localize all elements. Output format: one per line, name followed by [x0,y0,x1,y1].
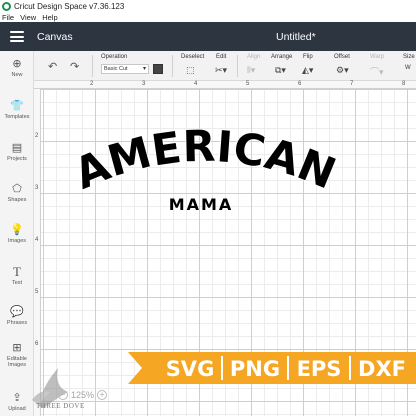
sidebar-item-templates[interactable]: 👕 Templates [0,95,34,131]
document-title[interactable]: Untitled* [276,31,316,43]
warp-label: Warp [370,54,385,60]
arrange-group: Arrange [271,54,292,60]
format-png: PNG [230,357,280,381]
ruler-label: 3 [35,185,39,191]
size-width-label: W [405,65,411,71]
warp-icon[interactable]: ⌒▾ [370,65,384,78]
size-label: Size [403,54,415,60]
operation-select[interactable]: Basic Cut [101,64,149,74]
redo-icon[interactable]: ↷ [70,60,79,73]
zoom-out-icon[interactable]: − [58,390,68,400]
window-title-bar: Cricut Design Space v7.36.123 [0,0,416,12]
menu-view[interactable]: View [20,13,36,22]
design-line-american-text: AMERICAN [70,121,340,201]
sidebar-item-label: Phrases [6,320,28,326]
flip-label: Flip [303,54,313,60]
plus-circle-icon: ⊕ [12,58,22,70]
sidebar-item-label: Projects [7,156,27,162]
ruler-label: 4 [35,237,39,243]
align-label: Align [247,54,261,60]
align-icon[interactable]: ⫴▾ [247,65,255,76]
cricut-logo-icon [2,1,11,11]
toolbar-divider [237,55,238,77]
size-group: Size [403,54,415,60]
ruler-label: 6 [298,81,302,87]
ruler-top: 2 3 4 5 6 7 8 [34,81,416,89]
projects-icon: ▤ [11,142,23,154]
ruler-label: 8 [402,81,406,87]
speech-bubble-icon: 💬 [10,306,24,318]
sidebar-item-phrases[interactable]: 💬 Phrases [0,301,34,337]
sidebar-item-label: New [11,72,23,78]
app-header: Canvas Untitled* [0,22,416,51]
lightbulb-icon: 💡 [10,224,24,236]
design-text-group[interactable]: AMERICAN MAMA [70,120,340,220]
watermark-text: THREE DOVE [36,402,85,410]
sidebar-item-text[interactable]: T Text [0,261,34,297]
offset-group: Offset [334,54,350,60]
deselect-icon[interactable]: ⬚ [186,65,195,76]
canvas-label: Canvas [37,30,73,43]
edit-label: Edit [216,54,227,60]
offset-icon[interactable]: ⚙▾ [336,65,349,76]
deselect-group: Deselect [181,54,204,60]
menu-help[interactable]: Help [42,13,57,22]
flip-group: Flip [303,54,313,60]
menu-file[interactable]: File [2,13,14,22]
editable-image-icon: ⊞ [12,342,22,354]
operation-label: Operation [101,54,128,60]
shirt-icon: 👕 [10,100,24,112]
format-svg: SVG [166,357,215,381]
app-window: Cricut Design Space v7.36.123 File View … [0,0,416,416]
operation-group: Operation [101,54,127,60]
text-icon: T [13,264,21,279]
operation-color-swatch[interactable] [153,64,163,74]
sidebar-item-label: Text [11,280,23,286]
shapes-icon: ⬠ [12,183,22,195]
sidebar-item-projects[interactable]: ▤ Projects [0,137,34,173]
window-title: Cricut Design Space v7.36.123 [14,1,125,11]
ruler-label: 2 [90,81,94,87]
edit-group: Edit [216,54,226,60]
flip-icon[interactable]: ◭▾ [302,65,313,76]
warp-group: Warp [370,54,384,60]
design-line-mama: MAMA [169,195,234,214]
design-line-american: AMERICAN [70,122,340,200]
edit-icon[interactable]: ✂▾ [215,65,227,76]
sidebar-item-label: Images [7,238,27,244]
edit-toolbar: ↶ ↷ Operation Basic Cut Deselect ⬚ Edit … [34,51,416,81]
ruler-label: 5 [246,81,250,87]
sidebar-item-new[interactable]: ⊕ New [0,53,34,89]
align-group: Align [247,54,260,60]
deselect-label: Deselect [181,54,205,60]
ruler-label: 5 [35,289,39,295]
zoom-in-icon[interactable]: + [97,390,108,400]
ruler-label: 2 [35,133,39,139]
arrange-label: Arrange [271,54,293,60]
ruler-label: 4 [194,81,198,87]
zoom-control: − 125% + [58,390,108,400]
sidebar-item-shapes[interactable]: ⬠ Shapes [0,178,34,214]
sidebar-item-label: Templates [4,114,30,120]
ruler-label: 3 [142,81,146,87]
toolbar-divider [172,55,173,77]
file-format-banner: SVG PNG EPS DXF [128,352,416,384]
format-dxf: DXF [358,357,406,381]
hamburger-menu-icon[interactable] [10,31,24,42]
ruler-label: 6 [35,341,39,347]
ruler-label: 7 [350,81,354,87]
sidebar-item-label: Shapes [7,197,27,203]
arrange-icon[interactable]: ⧉▾ [275,65,286,76]
offset-label: Offset [334,54,350,60]
format-eps: EPS [297,357,342,381]
sidebar-item-images[interactable]: 💡 Images [0,219,34,255]
toolbar-divider [92,55,93,77]
menu-bar: File View Help [0,12,416,22]
undo-icon[interactable]: ↶ [48,60,57,73]
zoom-level: 125% [71,390,95,400]
